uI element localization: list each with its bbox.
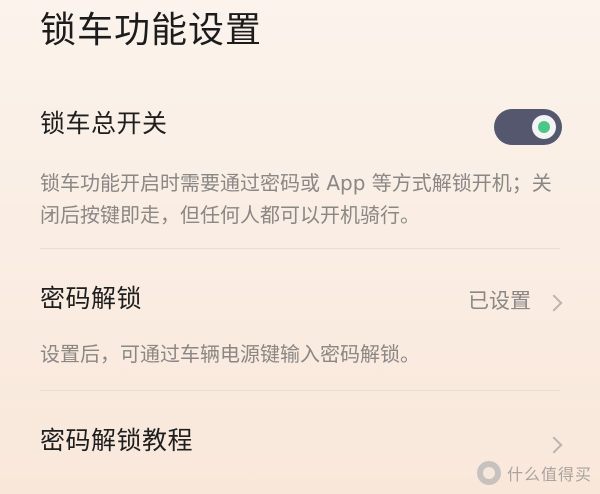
smzdm-logo-icon [476, 461, 501, 485]
lock-switch-label: 锁车总开关 [40, 109, 168, 138]
lock-switch-toggle[interactable] [494, 109, 562, 145]
divider [40, 248, 560, 249]
toggle-knob [532, 115, 556, 139]
password-unlock-label: 密码解锁 [40, 284, 143, 313]
password-unlock-row[interactable]: 密码解锁 已设置 [0, 270, 600, 332]
watermark: 什么值得买 [476, 460, 592, 486]
password-unlock-value: 已设置 [468, 289, 531, 313]
watermark-text: 什么值得买 [506, 465, 592, 484]
divider [40, 390, 560, 391]
password-tutorial-label: 密码解锁教程 [40, 426, 194, 455]
lock-switch-description: 锁车功能开启时需要通过密码或 App 等方式解锁开机；关闭后按键即走，但任何人都… [40, 171, 552, 227]
toggle-on-indicator [538, 121, 550, 133]
page-title: 锁车功能设置 [40, 10, 263, 51]
chevron-right-icon [545, 294, 563, 312]
password-unlock-description: 设置后，可通过车辆电源键输入密码解锁。 [40, 342, 420, 366]
chevron-right-icon [545, 436, 563, 454]
